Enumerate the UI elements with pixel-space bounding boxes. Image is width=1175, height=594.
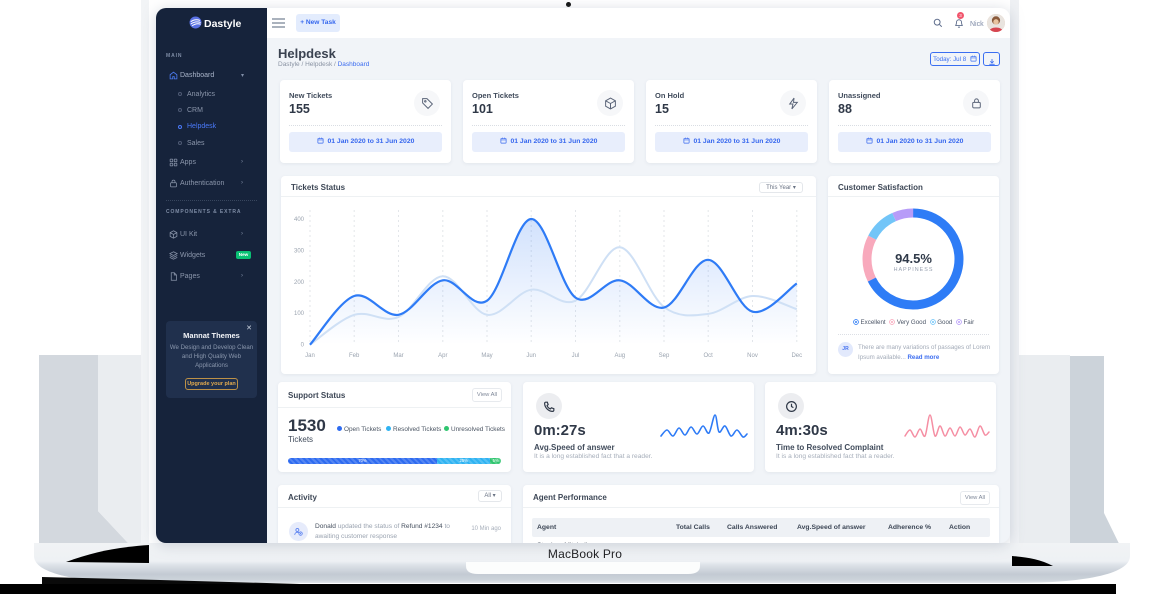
svg-text:Feb: Feb [349,353,360,359]
svg-text:400: 400 [294,217,305,223]
svg-text:0: 0 [301,343,305,349]
svg-text:Jun: Jun [526,353,536,359]
svg-text:Jul: Jul [572,353,580,359]
svg-text:Mar: Mar [393,353,403,359]
svg-text:Apr: Apr [438,353,447,359]
svg-text:100: 100 [294,311,305,317]
svg-text:300: 300 [294,248,305,254]
svg-text:Jan: Jan [305,353,315,359]
svg-text:Nov: Nov [747,353,758,359]
svg-text:Dec: Dec [791,353,802,359]
svg-text:Sep: Sep [659,353,670,359]
svg-text:200: 200 [294,280,305,286]
svg-text:Oct: Oct [704,353,714,359]
svg-text:May: May [481,353,492,359]
svg-text:Aug: Aug [614,353,625,359]
